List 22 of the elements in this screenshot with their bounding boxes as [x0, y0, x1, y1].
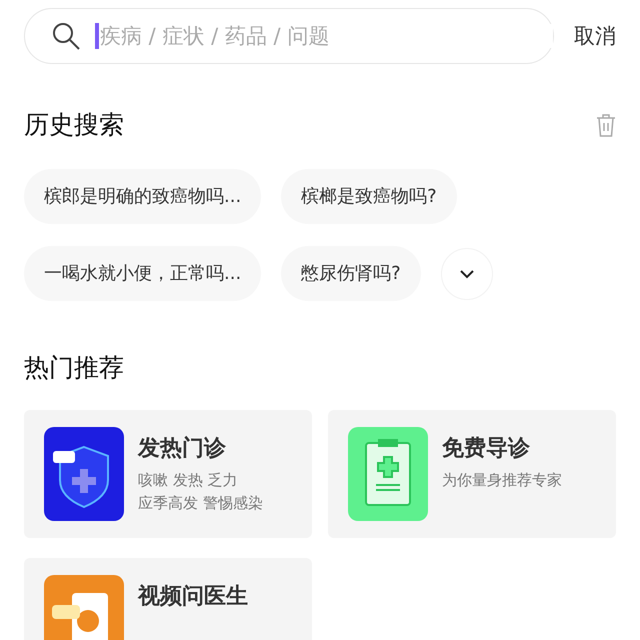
search-icon [51, 21, 81, 51]
card-subtitle: 为你量身推荐专家 [442, 471, 562, 490]
clipboard-icon [348, 427, 428, 521]
cancel-button[interactable]: 取消 [574, 22, 616, 50]
search-field[interactable]: 疾病 / 症状 / 药品 / 问题 [24, 8, 554, 64]
shield-icon [44, 427, 124, 521]
history-chip[interactable]: 一喝水就小便，正常吗... [24, 246, 262, 301]
trash-icon[interactable] [596, 112, 616, 136]
section-title: 热门推荐 [24, 352, 124, 384]
history-chip[interactable]: 槟郎是明确的致癌物吗... [24, 169, 262, 224]
card-title: 视频问医生 [138, 583, 248, 611]
service-card[interactable]: 发热门诊 咳嗽 发热 乏力 应季高发 警惕感染 [24, 410, 312, 538]
service-card[interactable]: 视频问医生 [24, 558, 312, 640]
card-title: 发热门诊 [138, 434, 227, 463]
history-chip[interactable]: 憋尿伤肾吗? [281, 246, 421, 301]
chevron-down-icon [458, 268, 475, 278]
service-card[interactable]: 免费导诊 为你量身推荐专家 [328, 410, 616, 538]
card-title: 免费导诊 [442, 435, 531, 463]
section-title: 历史搜索 [24, 109, 124, 141]
card-subtitle: 应季高发 警惕感染 [138, 494, 263, 513]
card-subtitle: 咳嗽 发热 乏力 [138, 471, 239, 490]
history-chip[interactable]: 槟榔是致癌物吗? [281, 169, 457, 224]
